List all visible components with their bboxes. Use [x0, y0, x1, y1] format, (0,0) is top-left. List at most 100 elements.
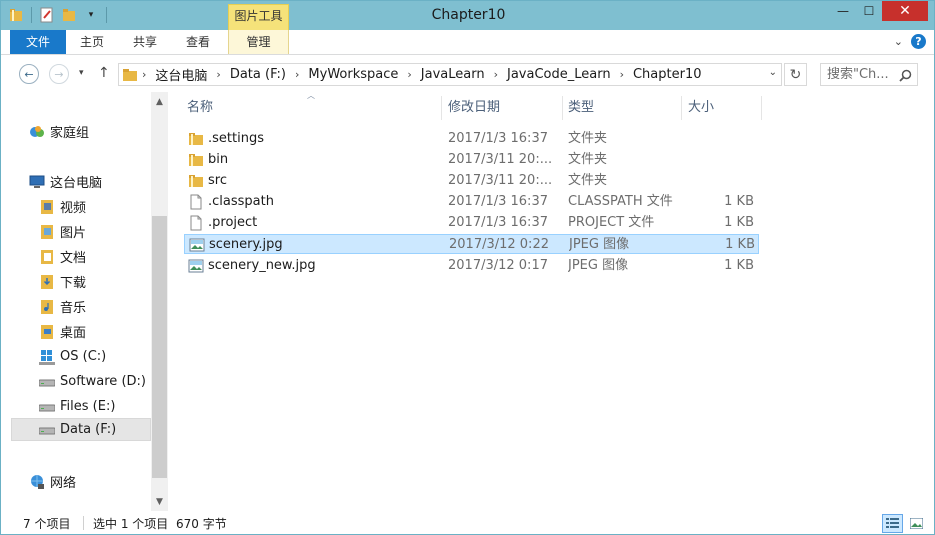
file-row-classpath[interactable]: .classpath 2017/1/3 16:37 CLASSPATH 文件 1… [184, 192, 759, 212]
nav-item-drive-d[interactable]: Software (D:) [39, 370, 146, 393]
file-size: 1 KB [724, 215, 754, 230]
nav-item-pictures[interactable]: 图片 [39, 220, 86, 243]
nav-item-network[interactable]: 网络 [29, 470, 76, 493]
file-row-scenery[interactable]: scenery.jpg 2017/3/12 0:22 JPEG 图像 1 KB [184, 234, 759, 254]
image-icon [188, 258, 204, 274]
file-row-settings[interactable]: .settings 2017/1/3 16:37 文件夹 [184, 129, 759, 149]
breadcrumb-this-pc[interactable]: 这台电脑 [151, 65, 211, 84]
chevron-right-icon[interactable]: › [290, 68, 304, 81]
chevron-right-icon[interactable]: › [402, 68, 416, 81]
tab-share[interactable]: 共享 [122, 30, 168, 54]
selected-count: 选中 1 个项目 [93, 517, 169, 531]
file-date: 2017/3/11 20:... [448, 173, 553, 188]
breadcrumb-myworkspace[interactable]: MyWorkspace [304, 67, 402, 82]
documents-folder-icon [39, 249, 55, 265]
nav-item-label: 网络 [50, 476, 77, 491]
search-placeholder: 搜索"Ch... [827, 67, 889, 82]
toolbar-divider [106, 7, 107, 23]
drive-icon [39, 374, 55, 390]
nav-item-videos[interactable]: 视频 [39, 195, 86, 218]
column-header-date[interactable]: 修改日期 [442, 96, 562, 120]
desktop-folder-icon [39, 324, 55, 340]
expand-ribbon-icon[interactable]: ⌄ [894, 35, 903, 48]
folder-icon[interactable] [7, 6, 25, 24]
file-row-src[interactable]: src 2017/3/11 20:... 文件夹 [184, 171, 759, 191]
folder-icon [188, 152, 204, 168]
chevron-down-icon[interactable]: ⌄ [769, 67, 777, 78]
file-type: JPEG 图像 [569, 237, 630, 252]
close-button[interactable]: ✕ [882, 1, 928, 21]
forward-button[interactable]: → [49, 64, 69, 84]
nav-item-label: Files (E:) [60, 399, 116, 414]
file-row-scenery-new[interactable]: scenery_new.jpg 2017/3/12 0:17 JPEG 图像 1… [184, 256, 759, 276]
nav-item-drive-f[interactable]: Data (F:) [11, 418, 151, 441]
customize-dropdown-icon[interactable]: ▾ [82, 6, 100, 24]
column-header-name[interactable]: 名称 [181, 96, 441, 120]
nav-item-label: 视频 [60, 201, 87, 216]
nav-item-label: 文档 [60, 251, 87, 266]
file-type: 文件夹 [568, 173, 608, 188]
file-row-bin[interactable]: bin 2017/3/11 20:... 文件夹 [184, 150, 759, 170]
nav-item-desktop[interactable]: 桌面 [39, 320, 86, 343]
nav-item-drive-c[interactable]: OS (C:) [39, 345, 106, 368]
chevron-right-icon[interactable]: › [211, 68, 225, 81]
large-icons-view-icon[interactable] [906, 514, 927, 533]
file-date: 2017/3/12 0:17 [448, 258, 548, 273]
file-size: 1 KB [724, 258, 754, 273]
up-button[interactable]: ↑ [98, 65, 110, 81]
scroll-down-icon[interactable]: ▼ [151, 494, 168, 510]
details-view-icon[interactable] [882, 514, 903, 533]
tab-view[interactable]: 查看 [175, 30, 221, 54]
file-type: CLASSPATH 文件 [568, 194, 673, 209]
properties-icon[interactable] [38, 6, 56, 24]
column-divider[interactable] [761, 96, 762, 120]
nav-item-this-pc[interactable]: 这台电脑 [29, 170, 102, 193]
recent-locations-icon[interactable]: ▾ [79, 68, 84, 78]
new-folder-icon[interactable] [60, 6, 78, 24]
scroll-up-icon[interactable]: ▲ [151, 94, 168, 110]
nav-scrollbar[interactable]: ▲ ▼ [151, 92, 168, 511]
tab-manage[interactable]: 管理 [228, 30, 289, 54]
nav-item-label: 这台电脑 [50, 176, 103, 191]
navigation-bar: ← → ▾ ↑ › 这台电脑 › Data (F:) › MyWorkspace… [1, 56, 934, 92]
refresh-button[interactable]: ↻ [784, 63, 807, 86]
file-icon [188, 194, 204, 210]
nav-item-label: 家庭组 [50, 126, 90, 141]
nav-item-label: 下载 [60, 276, 87, 291]
music-folder-icon [39, 299, 55, 315]
breadcrumb-chapter10[interactable]: Chapter10 [629, 67, 706, 82]
tab-file[interactable]: 文件 [10, 30, 66, 54]
minimize-button[interactable]: — [830, 1, 856, 21]
nav-item-documents[interactable]: 文档 [39, 245, 86, 268]
status-divider [83, 516, 84, 530]
nav-item-label: Software (D:) [60, 374, 146, 389]
maximize-button[interactable]: ☐ [856, 1, 882, 21]
address-bar[interactable]: › 这台电脑 › Data (F:) › MyWorkspace › JavaL… [118, 63, 782, 86]
nav-item-music[interactable]: 音乐 [39, 295, 86, 318]
breadcrumb-javalearn[interactable]: JavaLearn [417, 67, 489, 82]
search-icon[interactable] [899, 68, 912, 82]
file-size [688, 129, 754, 149]
ribbon-tabs: 文件 主页 共享 查看 管理 ⌄ ? [1, 30, 934, 55]
nav-item-homegroup[interactable]: 家庭组 [29, 120, 89, 143]
file-size [688, 150, 754, 170]
scrollbar-thumb[interactable] [152, 216, 167, 478]
column-header-size[interactable]: 大小 [682, 96, 762, 120]
breadcrumb-javacode-learn[interactable]: JavaCode_Learn [503, 67, 615, 82]
file-row-project[interactable]: .project 2017/1/3 16:37 PROJECT 文件 1 KB [184, 213, 759, 233]
chevron-right-icon[interactable]: › [137, 68, 151, 81]
breadcrumb-data-f[interactable]: Data (F:) [226, 67, 290, 82]
tab-home[interactable]: 主页 [69, 30, 115, 54]
file-name: bin [208, 152, 229, 167]
file-name: scenery.jpg [209, 237, 283, 252]
nav-item-drive-e[interactable]: Files (E:) [39, 395, 115, 418]
nav-item-downloads[interactable]: 下载 [39, 270, 86, 293]
chevron-right-icon[interactable]: › [489, 68, 503, 81]
search-input[interactable]: 搜索"Ch... [820, 63, 918, 86]
file-name: scenery_new.jpg [208, 258, 316, 273]
column-header-type[interactable]: 类型 [562, 96, 681, 120]
status-bar: 7 个项目 选中 1 个项目 670 字节 [1, 511, 934, 534]
back-button[interactable]: ← [19, 64, 39, 84]
help-icon[interactable]: ? [911, 34, 926, 49]
chevron-right-icon[interactable]: › [615, 68, 629, 81]
